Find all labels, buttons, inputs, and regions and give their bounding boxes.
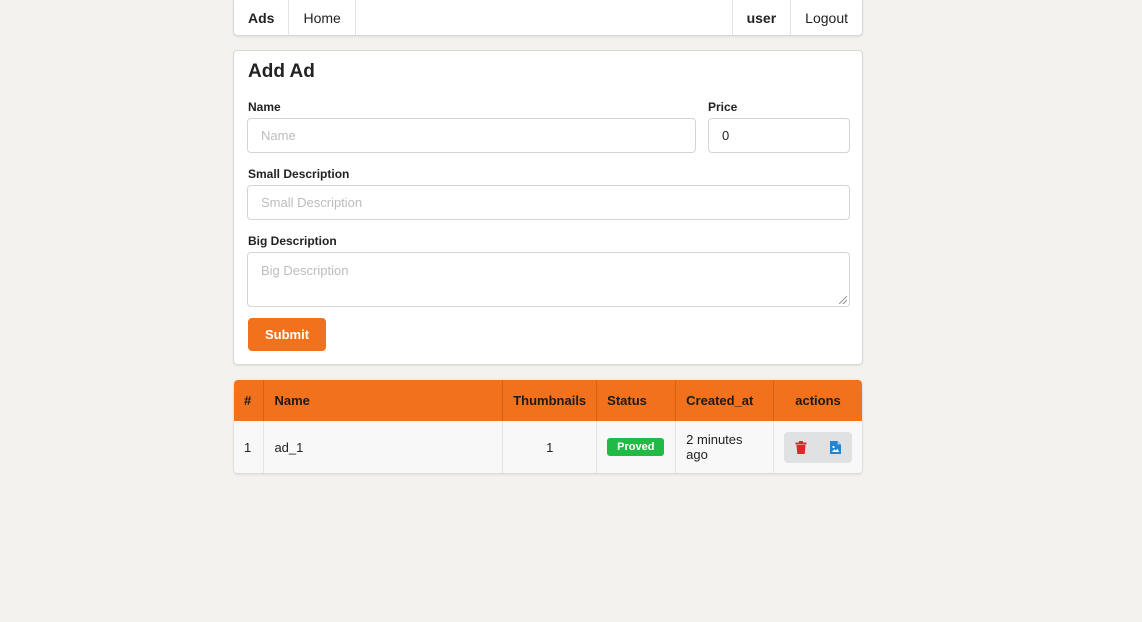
small-description-placeholder: Small Description xyxy=(261,195,363,210)
status-badge: Proved xyxy=(607,438,665,456)
name-input[interactable]: Name xyxy=(247,118,696,153)
header-thumbnails: Thumbnails xyxy=(502,380,598,421)
row-thumbnails: 1 xyxy=(502,421,598,473)
action-button-group xyxy=(784,431,852,463)
delete-button[interactable] xyxy=(784,432,818,463)
nav-spacer xyxy=(356,0,733,35)
resize-grip-icon[interactable] xyxy=(839,296,847,304)
nav-user[interactable]: user xyxy=(733,0,792,35)
big-description-textarea[interactable]: Big Description xyxy=(247,252,850,307)
header-actions: actions xyxy=(795,393,841,408)
name-placeholder: Name xyxy=(261,128,296,143)
submit-button[interactable]: Submit xyxy=(248,318,326,351)
top-navbar: Ads Home user Logout xyxy=(233,0,863,36)
header-index: # xyxy=(234,380,265,421)
form-title: Add Ad xyxy=(248,61,315,82)
row-created-at: 2 minutes ago xyxy=(675,421,774,473)
nav-home[interactable]: Home xyxy=(289,0,356,35)
table-header-row: # Name Thumbnails Status Created_at acti… xyxy=(234,380,862,421)
image-button[interactable] xyxy=(818,432,852,463)
small-description-label: Small Description xyxy=(248,167,350,181)
row-name: ad_1 xyxy=(263,421,504,473)
trash-icon xyxy=(795,440,807,454)
row-status-cell: Proved xyxy=(596,421,677,473)
price-label: Price xyxy=(708,100,738,114)
add-ad-form: Add Ad Name Name Price 0 Small Descripti… xyxy=(233,50,863,365)
big-description-label: Big Description xyxy=(248,234,337,248)
big-description-placeholder: Big Description xyxy=(261,263,349,278)
nav-brand-ads[interactable]: Ads xyxy=(234,0,290,35)
header-created-at: Created_at xyxy=(675,380,774,421)
file-image-icon xyxy=(829,440,841,454)
ads-table: # Name Thumbnails Status Created_at acti… xyxy=(234,380,862,473)
header-status: Status xyxy=(596,380,677,421)
price-input[interactable]: 0 xyxy=(708,118,850,153)
row-actions-cell xyxy=(774,421,863,473)
name-label: Name xyxy=(248,100,281,114)
nav-logout[interactable]: Logout xyxy=(791,0,862,35)
table-row: 1 ad_1 1 Proved 2 minutes ago xyxy=(234,421,862,473)
small-description-input[interactable]: Small Description xyxy=(247,185,850,220)
row-index: 1 xyxy=(234,421,265,473)
price-value: 0 xyxy=(722,128,730,143)
header-name: Name xyxy=(263,380,504,421)
